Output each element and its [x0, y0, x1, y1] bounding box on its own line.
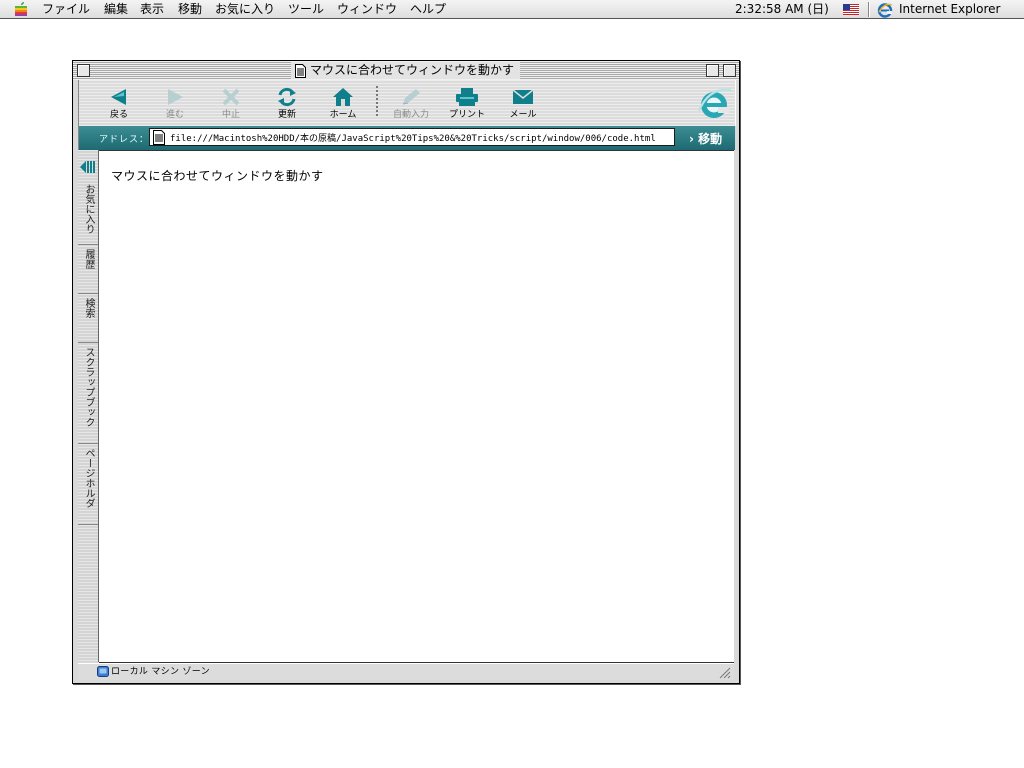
mail-button[interactable]: メール	[499, 84, 547, 124]
status-bar: ローカル マシン ゾーン	[78, 663, 734, 680]
security-zone-text: ローカル マシン ゾーン	[111, 667, 210, 677]
stop-label: 中止	[221, 110, 240, 120]
us-flag-icon[interactable]	[843, 4, 859, 15]
resize-grip-icon[interactable]	[718, 666, 731, 679]
autofill-button[interactable]: 自動入力	[387, 84, 435, 124]
go-button[interactable]: › 移動	[689, 130, 722, 147]
back-label: 戻る	[109, 110, 128, 120]
address-bar: アドレス： › 移動	[78, 126, 735, 150]
back-arrow-icon	[111, 89, 126, 105]
forward-button[interactable]: 進む	[151, 84, 199, 124]
window-title-text: マウスに合わせてウィンドウを動かす	[310, 63, 515, 77]
sidebar-tab-search[interactable]: 検索	[78, 294, 98, 343]
sidebar-tab-history[interactable]: 履歴	[78, 245, 98, 294]
forward-arrow-icon	[168, 89, 183, 105]
mail-icon	[512, 89, 534, 104]
menu-go[interactable]: 移動	[176, 1, 204, 18]
go-arrow-icon: ›	[689, 132, 694, 146]
sidebar-tab-page-holder[interactable]: ページホルダ	[78, 444, 98, 525]
sidebar-tab-history-label: 履歴	[83, 249, 94, 269]
forward-label: 進む	[165, 110, 184, 120]
internet-explorer-logo	[697, 88, 732, 118]
stop-icon	[222, 88, 240, 106]
sidebar-tab-page-holder-label: ページホルダ	[83, 448, 94, 508]
address-label: アドレス：	[99, 135, 150, 145]
close-box[interactable]	[77, 64, 90, 77]
refresh-button[interactable]: 更新	[263, 84, 311, 124]
ie-icon[interactable]	[877, 2, 893, 18]
print-button[interactable]: プリント	[443, 84, 491, 124]
sidebar-tab-scrapbook-label: スクラップブック	[83, 347, 94, 427]
explorer-bar-tabs: お気に入り 履歴 検索 スクラップブック ページホルダ	[78, 150, 99, 662]
menu-file[interactable]: ファイル	[40, 1, 92, 18]
zoom-box[interactable]	[706, 64, 719, 77]
browser-window: マウスに合わせてウィンドウを動かす 戻る 進む 中止 更新 ホーム 自動入力 プ…	[72, 60, 740, 684]
local-zone-icon	[97, 666, 109, 677]
collapse-box[interactable]	[723, 64, 736, 77]
autofill-icon	[402, 89, 420, 105]
menubar-clock[interactable]: 2:32:58 AM (日)	[735, 1, 829, 18]
toolbar: 戻る 進む 中止 更新 ホーム 自動入力 プリント メール	[78, 80, 736, 126]
title-bar[interactable]: マウスに合わせてウィンドウを動かす	[73, 61, 739, 80]
sidebar-tab-favorites-label: お気に入り	[83, 184, 94, 234]
window-title: マウスに合わせてウィンドウを動かす	[291, 62, 521, 79]
sidebar-tab-search-label: 検索	[83, 298, 94, 318]
print-label: プリント	[448, 110, 485, 120]
menubar-separator	[868, 2, 870, 17]
address-input[interactable]	[170, 129, 670, 145]
menu-edit[interactable]: 編集	[102, 1, 130, 18]
mail-label: メール	[509, 110, 537, 120]
menu-window[interactable]: ウィンドウ	[335, 1, 399, 18]
explorer-toggle-icon[interactable]	[80, 160, 96, 174]
menu-view[interactable]: 表示	[138, 1, 166, 18]
page-body-text: マウスに合わせてウィンドウを動かす	[111, 169, 324, 183]
home-label: ホーム	[329, 110, 357, 120]
home-button[interactable]: ホーム	[319, 84, 367, 124]
go-label: 移動	[698, 132, 723, 146]
autofill-label: 自動入力	[392, 110, 429, 120]
toolbar-divider	[376, 86, 378, 118]
sidebar-tab-favorites[interactable]: お気に入り	[78, 180, 98, 245]
menu-favorites[interactable]: お気に入り	[213, 1, 277, 18]
print-icon	[456, 88, 478, 106]
back-button[interactable]: 戻る	[95, 84, 143, 124]
document-icon	[295, 63, 306, 78]
apple-menu-icon[interactable]	[14, 2, 28, 17]
page-file-icon[interactable]	[153, 130, 165, 145]
refresh-label: 更新	[277, 110, 296, 120]
app-menu-label[interactable]: Internet Explorer	[899, 1, 1000, 18]
refresh-icon	[278, 87, 296, 107]
menu-help[interactable]: ヘルプ	[408, 1, 448, 18]
page-content: マウスに合わせてウィンドウを動かす	[99, 150, 734, 663]
stop-button[interactable]: 中止	[207, 84, 255, 124]
sidebar-tab-scrapbook[interactable]: スクラップブック	[78, 343, 98, 444]
address-field-frame	[149, 128, 675, 146]
menu-tools[interactable]: ツール	[286, 1, 326, 18]
home-icon	[333, 88, 353, 106]
menu-bar: ファイル 編集 表示 移動 お気に入り ツール ウィンドウ ヘルプ 2:32:5…	[0, 0, 1024, 19]
